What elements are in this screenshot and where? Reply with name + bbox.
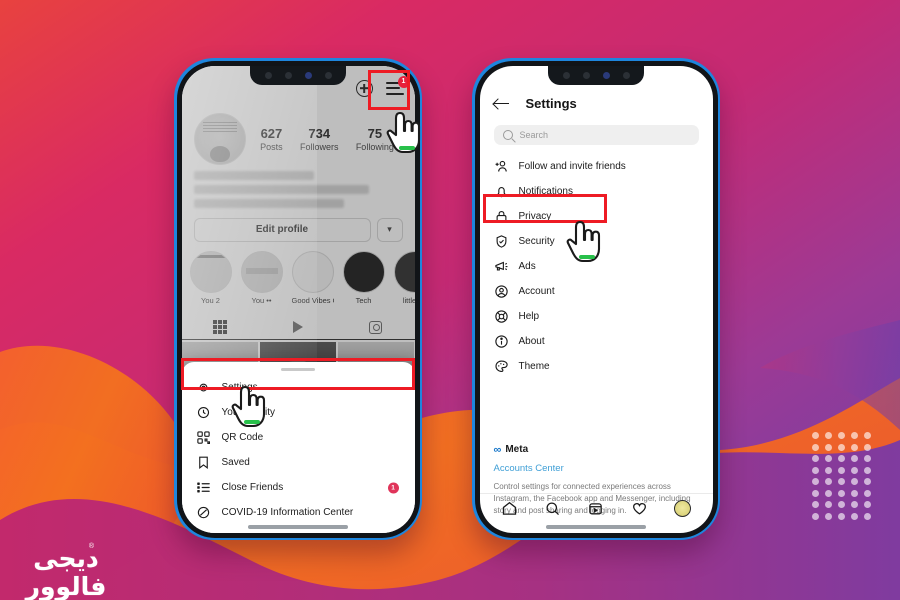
search-input[interactable]: Search (493, 124, 699, 145)
profile-avatar-icon[interactable] (674, 499, 692, 517)
account-circle-icon (494, 284, 509, 299)
follow-invite-icon (494, 159, 509, 174)
phone-notch (250, 65, 346, 85)
covid-shield-icon (196, 505, 211, 520)
menu-item-covid-info[interactable]: COVID-19 Information Center (182, 500, 415, 525)
settings-item-theme[interactable]: Theme (480, 354, 713, 379)
search-icon[interactable] (544, 500, 561, 517)
settings-item-follow-invite[interactable]: Follow and invite friends (480, 154, 713, 179)
pointing-hand-cursor (228, 374, 270, 435)
phone-notch (548, 65, 644, 85)
bookmark-icon (196, 455, 211, 470)
menu-item-saved[interactable]: Saved (182, 450, 415, 475)
search-icon (502, 129, 513, 140)
settings-item-label: About (518, 335, 545, 347)
meta-brand-label: Meta (505, 444, 529, 455)
help-lifebuoy-icon (494, 309, 509, 324)
pointing-hand-cursor (383, 100, 425, 161)
list-star-icon (196, 480, 211, 495)
settings-item-help[interactable]: Help (480, 304, 713, 329)
settings-item-label: Follow and invite friends (518, 160, 626, 172)
close-friends-badge: 1 (387, 482, 399, 493)
home-icon[interactable] (501, 500, 518, 517)
settings-item-label: Ads (518, 260, 536, 272)
heart-icon[interactable] (631, 500, 648, 517)
palette-icon (494, 359, 509, 374)
accounts-center-link[interactable]: Accounts Center (494, 463, 699, 474)
meta-infinity-icon: ∞ (493, 443, 502, 456)
background-gradient (0, 0, 900, 600)
home-indicator (546, 524, 646, 529)
phone-screen: 627 Posts 734 Followers 75 Following Edi… (181, 65, 415, 533)
info-circle-icon (494, 334, 509, 349)
home-indicator (248, 524, 348, 529)
settings-row-highlight (181, 358, 415, 390)
settings-item-label: Security (518, 235, 555, 247)
shield-check-icon (494, 234, 509, 249)
menu-item-label: Saved (221, 457, 250, 468)
phone-screen: Settings Search Follow and invite friend… (479, 65, 713, 533)
reels-icon[interactable] (587, 500, 604, 517)
settings-header: Settings (480, 90, 713, 118)
menu-item-your-activity[interactable]: Your activity (182, 400, 415, 425)
pointing-hand-cursor (563, 209, 605, 270)
brand-logo: دیجی فالوور DIGI FOLLOWER ® (12, 543, 120, 600)
menu-item-label: Close Friends (221, 482, 284, 493)
background (0, 0, 900, 600)
back-arrow-icon[interactable] (493, 97, 510, 111)
page-title: Settings (525, 96, 577, 111)
megaphone-icon (494, 259, 509, 274)
search-placeholder: Search (519, 129, 549, 140)
registered-mark: ® (88, 543, 94, 550)
phone-bezel: Settings Search Follow and invite friend… (474, 60, 718, 538)
settings-item-label: Theme (518, 360, 550, 372)
qr-code-icon (196, 430, 211, 445)
decorative-dot-grid (812, 432, 877, 524)
phone-right-settings: Settings Search Follow and invite friend… (472, 58, 720, 540)
bottom-tab-bar (479, 492, 713, 523)
settings-item-label: Account (518, 285, 555, 297)
settings-item-account[interactable]: Account (480, 279, 713, 304)
menu-item-qr-code[interactable]: QR Code (182, 425, 415, 450)
settings-item-label: Help (518, 310, 540, 322)
clock-history-icon (196, 405, 211, 420)
settings-item-about[interactable]: About (480, 329, 713, 354)
menu-item-close-friends[interactable]: Close Friends 1 (182, 475, 415, 500)
menu-item-label: COVID-19 Information Center (221, 507, 354, 518)
brand-logo-persian: دیجی فالوور (25, 544, 108, 600)
